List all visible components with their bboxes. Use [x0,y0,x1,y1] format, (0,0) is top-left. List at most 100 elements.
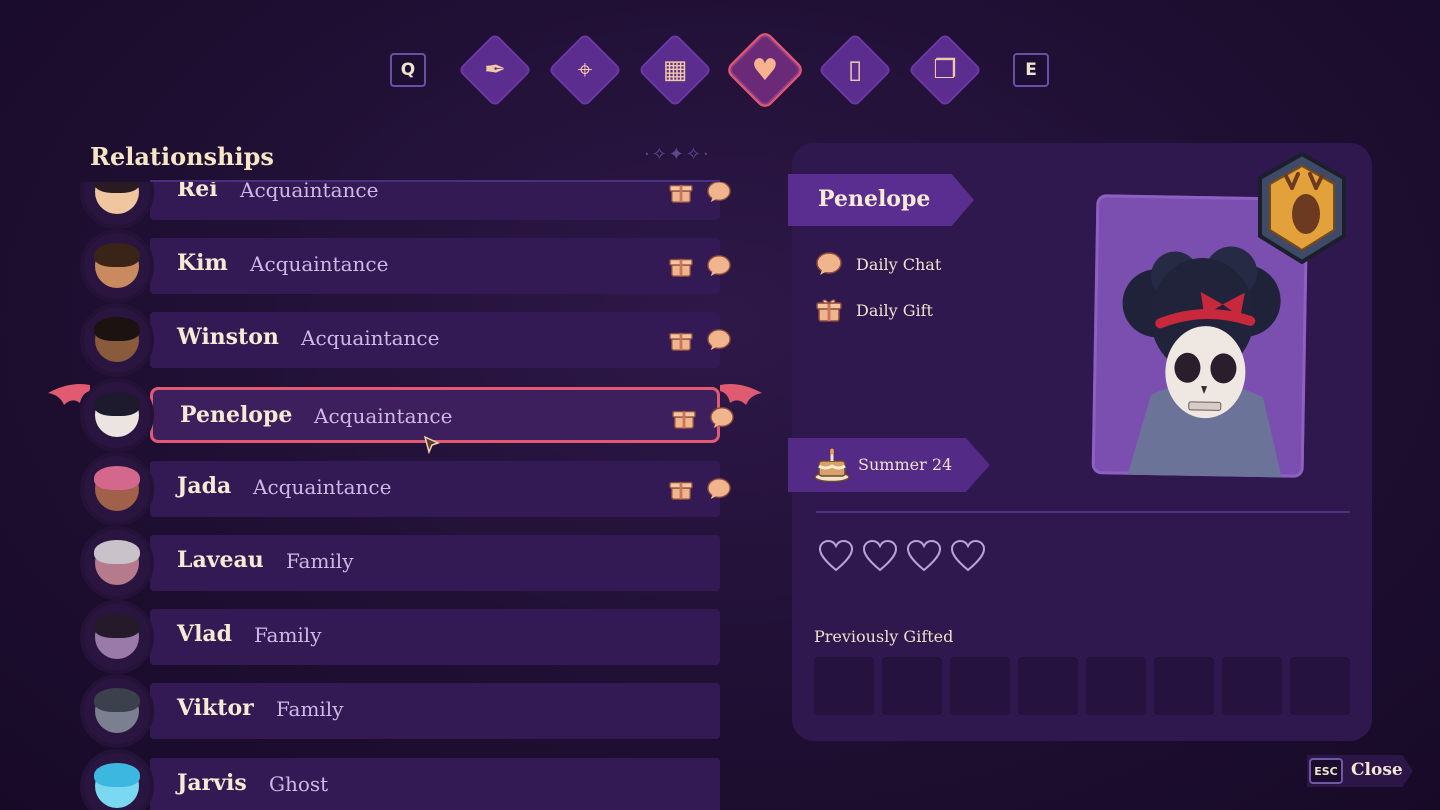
daily-gift-row: Daily Gift [816,297,933,323]
gift-slot[interactable] [1222,657,1282,715]
gift-slot[interactable] [950,657,1010,715]
heart-icon: ♥ [751,52,779,88]
character-name: Viktor [177,695,254,722]
panel-divider [816,511,1350,513]
tab-relationships[interactable]: ♥ [727,32,803,108]
avatar-hair [94,688,140,713]
tab-collections[interactable]: ▯ [817,32,893,108]
gift-slot[interactable] [1290,657,1350,715]
character-avatar [80,229,154,304]
heart-icon [906,540,942,572]
sparkle-ornament-icon: ·✧✦✧· [644,144,711,165]
relationship-status: Acquaintance [240,182,379,202]
character-avatar [80,748,154,810]
birthday-banner: Summer 24 [788,438,990,492]
next-tab-key-hint[interactable]: E [1013,53,1049,87]
calendar-icon: ▦ [662,55,688,85]
birthday-label: Summer 24 [858,455,953,474]
character-avatar [80,377,154,452]
character-avatar [80,600,154,675]
heart-icon [818,540,854,572]
prev-tab-key-hint[interactable]: Q [390,53,426,87]
relationship-row-vlad[interactable]: Vlad Family [150,609,720,666]
gift-icon [669,259,693,278]
map-icon: ⌖ [577,54,593,85]
heart-icon [862,540,898,572]
relationship-row-penelope[interactable]: Penelope Acquaintance [150,386,734,443]
friendship-hearts [818,540,986,572]
character-name: Rei [177,182,218,202]
gift-icon [669,481,693,500]
relationship-row-kim[interactable]: Kim Acquaintance [150,238,731,295]
character-avatar [80,303,154,378]
tab-map[interactable]: ⌖ [547,32,623,108]
gift-slot[interactable] [1086,657,1146,715]
gift-slot[interactable] [814,657,874,715]
relationship-row-viktor[interactable]: Viktor Family [150,683,720,740]
daily-chat-label: Daily Chat [856,254,942,274]
gift-icon [669,333,693,352]
relationship-row-laveau[interactable]: Laveau Family [150,535,720,591]
previously-gifted-label: Previously Gifted [814,627,954,646]
tab-calendar[interactable]: ▦ [637,32,713,108]
relationship-status: Acquaintance [314,403,453,428]
character-avatar [80,674,154,749]
relationship-status: Acquaintance [253,474,392,499]
avatar-hair [94,243,140,268]
relationship-status: Family [286,549,354,573]
character-name: Penelope [818,186,931,212]
relationship-row-jada[interactable]: Jada Acquaintance [150,460,731,517]
character-name: Vlad [177,621,233,648]
avatar-hair [94,540,140,564]
heart-icon [950,540,986,572]
relationship-row-winston[interactable]: Winston Acquaintance [150,312,731,369]
gift-slot[interactable] [1154,657,1214,715]
gift-icon [816,299,842,322]
birthday-cake-icon [814,448,850,482]
chat-bubble-icon [710,406,734,428]
gift-slot[interactable] [1018,657,1078,715]
daily-gift-label: Daily Gift [856,300,933,320]
tome-icon: ▯ [847,55,863,85]
esc-key-hint[interactable]: ESC [1309,758,1343,784]
relationship-status: Acquaintance [250,252,389,277]
tab-journal[interactable]: ❐ [907,32,983,108]
avatar-hair [94,762,140,787]
character-name: Kim [177,250,228,277]
deer-crest-icon [1258,152,1346,264]
relationship-status: Ghost [269,771,329,796]
character-avatar [80,451,154,526]
close-label[interactable]: Close [1351,760,1403,780]
avatar-hair [94,614,140,639]
relationship-row-rei[interactable]: Rei Acquaintance [150,182,731,220]
character-name: Jada [177,472,232,499]
avatar-hair [94,391,140,416]
open-book-icon: ❐ [933,55,957,85]
character-avatar [80,182,154,229]
character-name: Laveau [177,547,264,573]
chat-bubble-icon [816,252,842,275]
chat-bubble-icon [707,477,731,499]
gift-icon [669,184,693,203]
character-name: Winston [177,324,279,351]
gift-slot[interactable] [882,657,942,715]
character-name: Penelope [180,401,293,428]
chat-bubble-icon [707,329,731,351]
gift-icon [672,410,696,429]
previously-gifted-slots [814,657,1350,715]
character-name-banner: Penelope [788,174,974,226]
daily-chat-row: Daily Chat [816,252,941,276]
avatar-hair [94,317,140,342]
chat-bubble-icon [707,182,731,203]
tab-quests[interactable]: ✒ [457,32,533,108]
relationship-status: Family [254,623,322,648]
character-name: Jarvis [177,769,247,796]
quill-icon: ✒ [484,55,506,85]
relationship-list[interactable]: Rei Acquaintance Kim Acquaintance Winston Acq… [40,182,780,810]
relationships-title: Relationships [90,142,274,171]
relationship-status: Family [276,697,344,722]
relationship-row-jarvis[interactable]: Jarvis Ghost [150,757,720,810]
character-avatar [80,526,154,600]
chat-bubble-icon [707,255,731,277]
mouse-cursor-icon [424,436,440,454]
